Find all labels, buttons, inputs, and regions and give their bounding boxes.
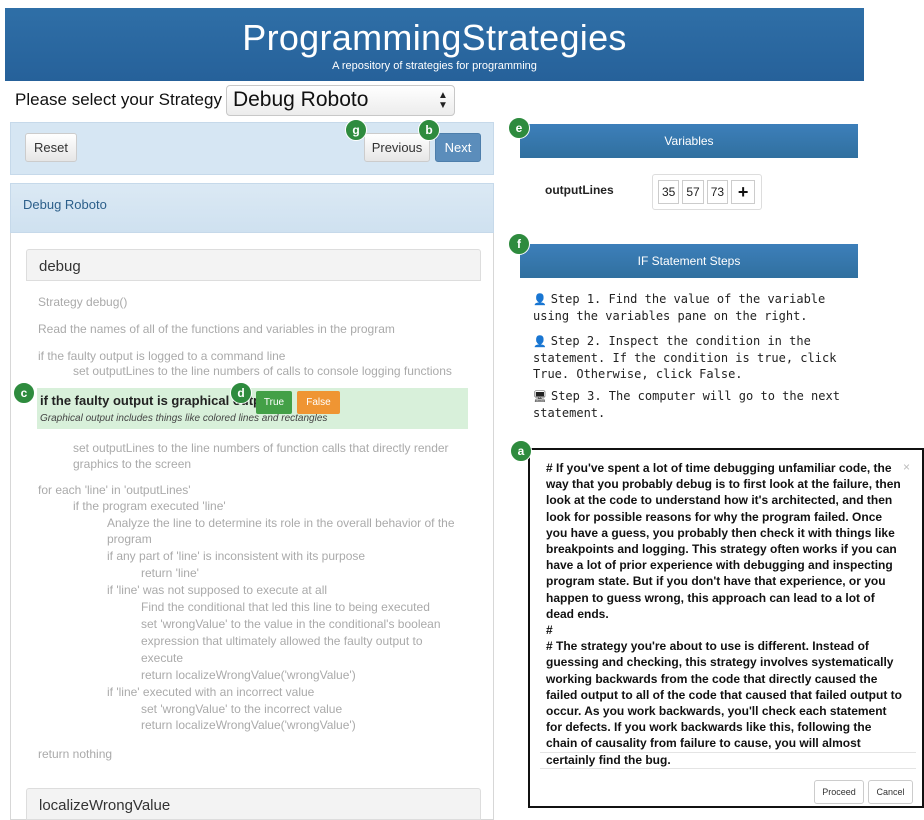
code-line: graphics to the screen xyxy=(73,457,192,471)
strategy-name-panel: Debug Roboto xyxy=(10,183,494,233)
marker-d: d xyxy=(230,382,252,404)
marker-e: e xyxy=(508,117,530,139)
strategy-select-value: Debug Roboto xyxy=(232,88,369,111)
true-button[interactable]: True xyxy=(256,391,292,414)
code-line: set 'wrongValue' to the value in the con… xyxy=(141,617,441,631)
app-header: ProgrammingStrategies A repository of st… xyxy=(5,8,864,81)
code-line: return localizeWrongValue('wrongValue') xyxy=(141,718,356,732)
code-line: set outputLines to the line numbers of c… xyxy=(73,364,452,378)
code-line: if 'line' was not supposed to execute at… xyxy=(107,583,328,597)
code-line: return nothing xyxy=(38,747,113,761)
current-statement-hint: Graphical output includes things like co… xyxy=(40,413,328,424)
variable-value[interactable]: 73 xyxy=(706,180,729,204)
app-title: ProgrammingStrategies xyxy=(242,17,627,58)
marker-a: a xyxy=(510,440,532,462)
function-header-debug: debug xyxy=(26,249,481,281)
computer-icon: 🖥 xyxy=(533,390,547,403)
strategy-selector-row: Please select your Strategy Debug Roboto… xyxy=(15,84,455,116)
cancel-button[interactable]: Cancel xyxy=(868,780,913,804)
code-line: set outputLines to the line numbers of f… xyxy=(73,441,449,455)
if-steps-header: IF Statement Steps xyxy=(520,244,858,278)
strategy-name: Debug Roboto xyxy=(23,197,107,212)
function-header-localize: localizeWrongValue xyxy=(26,788,481,820)
marker-g: g xyxy=(345,119,367,141)
person-icon: 👤 xyxy=(533,293,547,306)
strategy-code-panel: debug Strategy debug() Read the names of… xyxy=(10,233,494,820)
variable-values: 35 57 73 + xyxy=(652,174,762,210)
modal-paragraph: # xyxy=(546,623,553,638)
step-1: 👤 Step 1. Find the value of the variable … xyxy=(533,292,826,323)
close-icon[interactable]: × xyxy=(903,460,910,474)
strategy-select[interactable]: Debug Roboto ▲ ▼ xyxy=(225,84,455,116)
code-line: if 'line' executed with an incorrect val… xyxy=(107,685,315,699)
variables-header: Variables xyxy=(520,124,858,158)
person-icon: 👤 xyxy=(533,335,547,348)
intro-modal: × # If you've spent a lot of time debugg… xyxy=(528,448,924,808)
current-statement-highlight: if the faulty output is graphical output… xyxy=(37,388,468,429)
next-button[interactable]: Next xyxy=(435,133,481,162)
variable-value[interactable]: 35 xyxy=(658,180,680,204)
code-line: set 'wrongValue' to the incorrect value xyxy=(141,702,343,716)
modal-paragraph: # The strategy you're about to use is di… xyxy=(546,639,902,767)
code-line: Strategy debug() xyxy=(38,295,128,309)
variable-name: outputLines xyxy=(545,183,614,197)
modal-divider xyxy=(540,752,916,753)
code-line: Analyze the line to determine its role i… xyxy=(107,516,455,530)
modal-body: # If you've spent a lot of time debuggin… xyxy=(546,460,904,768)
code-line: for each 'line' in 'outputLines' xyxy=(38,483,191,497)
code-line: if the faulty output is logged to a comm… xyxy=(38,349,286,363)
proceed-button[interactable]: Proceed xyxy=(814,780,864,804)
code-line: execute xyxy=(141,651,184,665)
modal-divider xyxy=(540,768,916,769)
code-line: Find the conditional that led this line … xyxy=(141,600,430,614)
strategy-select-label: Please select your Strategy xyxy=(15,90,222,109)
variable-value[interactable]: 57 xyxy=(682,180,704,204)
step-2: 👤 Step 2. Inspect the condition in the st… xyxy=(533,334,837,381)
marker-c: c xyxy=(13,382,35,404)
code-line: return 'line' xyxy=(141,566,199,580)
add-value-button[interactable]: + xyxy=(731,180,756,204)
code-line: if any part of 'line' is inconsistent wi… xyxy=(107,549,366,563)
code-line: if the program executed 'line' xyxy=(73,499,226,513)
code-line: Read the names of all of the functions a… xyxy=(38,322,395,336)
select-arrows-icon: ▲ ▼ xyxy=(438,89,448,111)
modal-paragraph: # If you've spent a lot of time debuggin… xyxy=(546,461,901,621)
marker-f: f xyxy=(508,233,530,255)
marker-b: b xyxy=(418,119,440,141)
step-3: 🖥 Step 3. The computer will go to the nex… xyxy=(533,389,840,420)
reset-button[interactable]: Reset xyxy=(25,133,77,162)
false-button[interactable]: False xyxy=(297,391,340,414)
code-line: expression that ultimately allowed the f… xyxy=(141,634,423,648)
app-subtitle: A repository of strategies for programmi… xyxy=(332,60,537,72)
code-line: return localizeWrongValue('wrongValue') xyxy=(141,668,356,682)
code-line: program xyxy=(107,532,152,546)
